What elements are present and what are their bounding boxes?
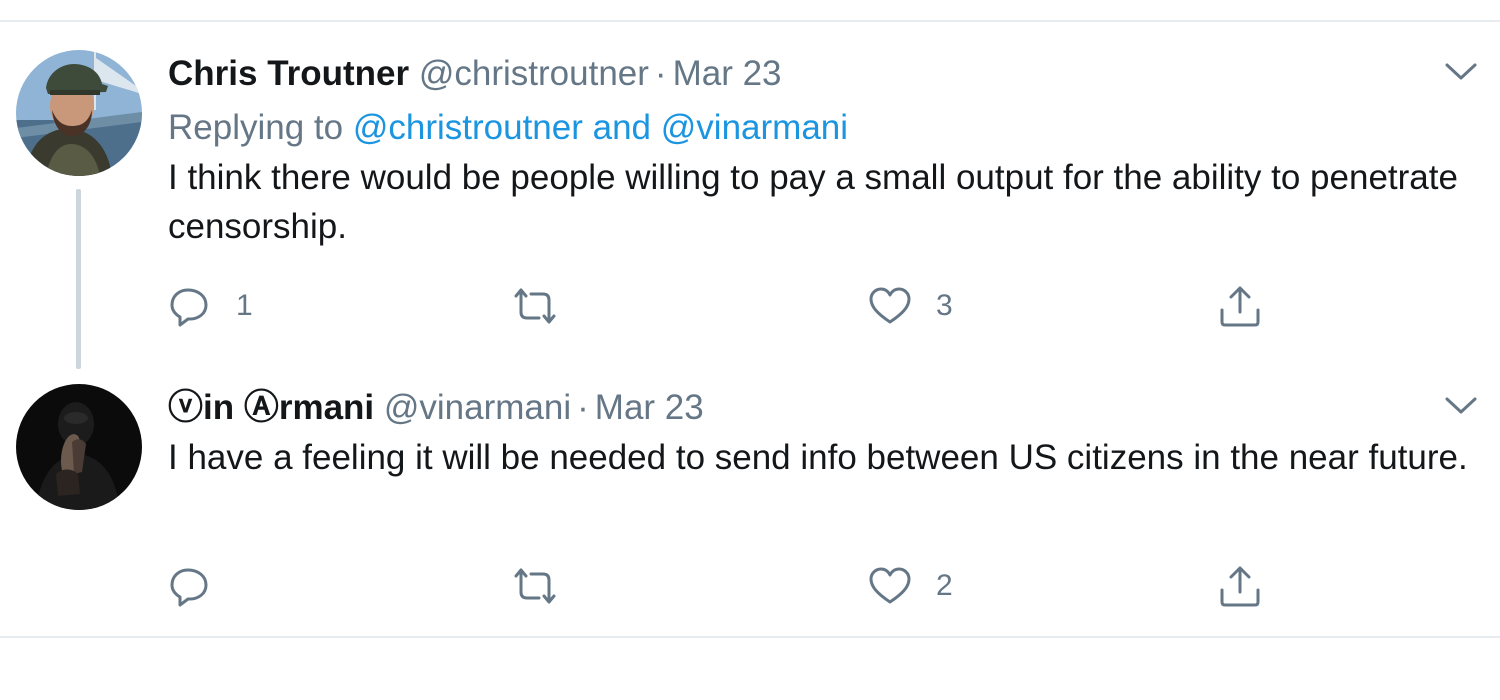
- tweet-text: I have a feeling it will be needed to se…: [168, 438, 1468, 477]
- like-button[interactable]: 3: [868, 284, 953, 328]
- retweet-button[interactable]: [513, 564, 581, 608]
- tweet-date[interactable]: Mar 23: [595, 388, 704, 427]
- chevron-down-icon[interactable]: [1444, 62, 1478, 82]
- mention-link[interactable]: @vinarmani: [661, 108, 848, 147]
- mention-link[interactable]: @christroutner: [353, 108, 583, 147]
- tweet[interactable]: Chris Troutner @christroutner · Mar 23 Rep…: [0, 24, 1500, 369]
- avatar[interactable]: [16, 384, 142, 510]
- avatar-photo: [16, 50, 142, 176]
- share-icon: [1220, 286, 1260, 327]
- avatar-photo: [16, 384, 142, 510]
- chevron-down-icon[interactable]: [1444, 396, 1478, 416]
- mention-conjunction[interactable]: and: [593, 108, 651, 147]
- reply-button[interactable]: 1: [168, 284, 253, 328]
- tweet-content: ⓥin Ⓐrmani @vinarmani · Mar 23 I have a fe…: [168, 388, 1470, 482]
- share-icon: [1220, 566, 1260, 607]
- share-button[interactable]: [1218, 564, 1262, 608]
- avatar[interactable]: [16, 50, 142, 176]
- separator-dot: ·: [577, 388, 589, 427]
- tweet-header: Chris Troutner @christroutner · Mar 23: [168, 54, 1470, 94]
- replying-to: Replying to @christroutner and @vinarman…: [168, 108, 1470, 148]
- display-name[interactable]: ⓥin Ⓐrmani: [168, 388, 374, 427]
- replying-prefix: Replying to: [168, 108, 344, 147]
- separator-dot: ·: [654, 54, 667, 93]
- like-button[interactable]: 2: [868, 564, 953, 608]
- reply-count: 1: [236, 289, 253, 322]
- share-button[interactable]: [1218, 284, 1262, 328]
- tweet-header: ⓥin Ⓐrmani @vinarmani · Mar 23: [168, 388, 1470, 428]
- tweet-actions: 2: [168, 564, 1278, 608]
- reply-button[interactable]: [168, 564, 236, 608]
- bottom-divider: [0, 636, 1500, 638]
- heart-icon: [869, 287, 911, 324]
- like-count: 2: [936, 569, 953, 602]
- tweet-date[interactable]: Mar 23: [673, 54, 782, 93]
- tweet-actions: 1 3: [168, 284, 1278, 328]
- thread-line: [76, 189, 81, 369]
- retweet-icon: [514, 288, 556, 324]
- like-count: 3: [936, 289, 953, 322]
- heart-icon: [869, 567, 911, 604]
- display-name[interactable]: Chris Troutner: [168, 54, 409, 93]
- retweet-button[interactable]: [513, 284, 581, 328]
- retweet-icon: [514, 568, 556, 604]
- tweet-text: I think there would be people willing to…: [168, 158, 1458, 246]
- top-divider: [0, 20, 1500, 22]
- user-handle[interactable]: @vinarmani: [384, 388, 571, 427]
- reply-icon: [170, 568, 208, 607]
- tweet[interactable]: ⓥin Ⓐrmani @vinarmani · Mar 23 I have a fe…: [0, 364, 1500, 636]
- tweet-content: Chris Troutner @christroutner · Mar 23 Rep…: [168, 54, 1470, 251]
- user-handle[interactable]: @christroutner: [419, 54, 649, 93]
- reply-icon: [170, 288, 208, 327]
